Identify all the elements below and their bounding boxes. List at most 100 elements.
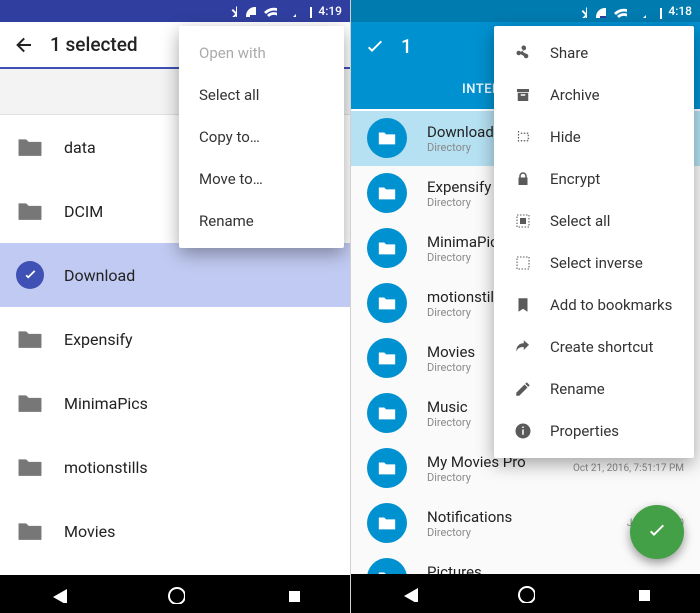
file-row[interactable]: Expensify [0, 307, 350, 371]
confirm-fab[interactable] [630, 505, 684, 559]
menu-item[interactable]: Rename [179, 200, 344, 242]
folder-icon [16, 325, 44, 353]
file-type: Directory [427, 416, 471, 429]
file-name: Download [64, 266, 135, 285]
file-name: MinimaPics [64, 394, 148, 413]
nav-home[interactable] [160, 583, 190, 605]
phone-right: 4:18 1 INTERNAL MEMORY DownloadDirectory… [350, 0, 700, 613]
nav-back[interactable] [394, 582, 424, 604]
nav-bar [0, 575, 350, 613]
menu-item[interactable]: Copy to… [179, 116, 344, 158]
menu-item-label: Archive [550, 86, 600, 104]
menu-item-label: Hide [550, 128, 581, 146]
menu-item-label: Rename [199, 212, 254, 230]
selected-check-icon [16, 261, 44, 289]
selection-title: 1 selected [50, 33, 138, 56]
menu-item-label: Encrypt [550, 170, 600, 188]
status-time: 4:19 [318, 4, 342, 18]
folder-icon [16, 389, 44, 417]
bluetooth-icon [574, 5, 587, 18]
file-type: Directory [427, 526, 512, 539]
nav-back[interactable] [43, 583, 73, 605]
nav-bar [351, 574, 700, 613]
nav-recent[interactable] [627, 582, 657, 604]
dnd-icon [593, 5, 606, 18]
context-menu: Open withSelect all Copy to… Move to… Renam… [179, 26, 344, 248]
phone-left: 4:19 1 selected dataDCIMDownloadExpensif… [0, 0, 350, 613]
menu-item-label: Create shortcut [550, 338, 653, 356]
folder-icon [16, 453, 44, 481]
file-meta: Oct 21, 2016, 7:51:17 PM [573, 463, 684, 474]
file-name: DCIM [64, 202, 103, 221]
menu-item[interactable]: Encrypt [494, 158, 694, 200]
menu-item[interactable]: Move to… [179, 158, 344, 200]
folder-icon [367, 283, 407, 323]
folder-icon [367, 173, 407, 213]
selection-count: 1 [401, 35, 412, 58]
file-name: Expensify [64, 330, 133, 349]
share-icon [514, 44, 532, 62]
menu-item-label: Properties [550, 422, 619, 440]
shortcut-icon [514, 338, 532, 356]
menu-item: Open with [179, 32, 344, 74]
menu-item-label: Move to… [199, 170, 263, 188]
check-icon [645, 520, 669, 544]
dnd-icon [243, 4, 256, 17]
menu-item[interactable]: Select all [179, 74, 344, 116]
menu-item-label: Rename [550, 380, 605, 398]
status-bar: 4:18 [351, 0, 700, 22]
file-row[interactable]: Movies [0, 499, 350, 563]
file-type: Directory [427, 361, 475, 374]
nav-recent[interactable] [277, 583, 307, 605]
folder-icon [367, 228, 407, 268]
edit-icon [514, 380, 532, 398]
file-name: motionstills [64, 458, 148, 477]
folder-icon [16, 133, 44, 161]
menu-item[interactable]: Rename [494, 368, 694, 410]
folder-icon [367, 338, 407, 378]
menu-item[interactable]: Share [494, 32, 694, 74]
file-type: Directory [427, 141, 494, 154]
cell-icon [283, 4, 296, 17]
nav-home[interactable] [510, 582, 540, 604]
menu-item-label: Copy to… [199, 128, 260, 146]
file-row[interactable]: Music [0, 563, 350, 575]
cell-icon [633, 5, 646, 18]
menu-item[interactable]: Select inverse [494, 242, 694, 284]
folder-icon [367, 118, 407, 158]
menu-item-label: Share [550, 44, 588, 62]
bluetooth-icon [224, 4, 237, 17]
folder-icon [367, 448, 407, 488]
file-type: Directory [427, 196, 491, 209]
back-icon[interactable] [12, 33, 34, 55]
menu-item[interactable]: Create shortcut [494, 326, 694, 368]
done-icon[interactable] [363, 36, 385, 58]
file-row[interactable]: motionstills [0, 435, 350, 499]
status-bar: 4:19 [0, 0, 350, 22]
file-name: Download [427, 123, 494, 141]
menu-item[interactable]: Archive [494, 74, 694, 116]
folder-icon [16, 517, 44, 545]
menu-item[interactable]: Hide [494, 116, 694, 158]
select-inverse-icon [514, 254, 532, 272]
menu-item-label: Select all [550, 212, 610, 230]
wifi-icon [612, 4, 627, 19]
wifi-icon [262, 3, 277, 18]
battery-icon [302, 3, 312, 18]
menu-item[interactable]: Properties [494, 410, 694, 452]
battery-icon [652, 4, 662, 19]
file-name: Movies [427, 343, 475, 361]
file-row[interactable]: Download [0, 243, 350, 307]
menu-item[interactable]: Add to bookmarks [494, 284, 694, 326]
file-row[interactable]: MinimaPics [0, 371, 350, 435]
menu-item-label: Select inverse [550, 254, 643, 272]
file-name: Notifications [427, 508, 512, 526]
context-menu: Share Archive Hide Encrypt Select all Select … [494, 26, 694, 458]
menu-item-label: Add to bookmarks [550, 296, 672, 314]
folder-icon [367, 558, 407, 574]
hide-icon [514, 128, 532, 146]
file-name: Music [427, 398, 471, 416]
menu-item[interactable]: Select all [494, 200, 694, 242]
info-icon [514, 422, 532, 440]
folder-icon [16, 197, 44, 225]
